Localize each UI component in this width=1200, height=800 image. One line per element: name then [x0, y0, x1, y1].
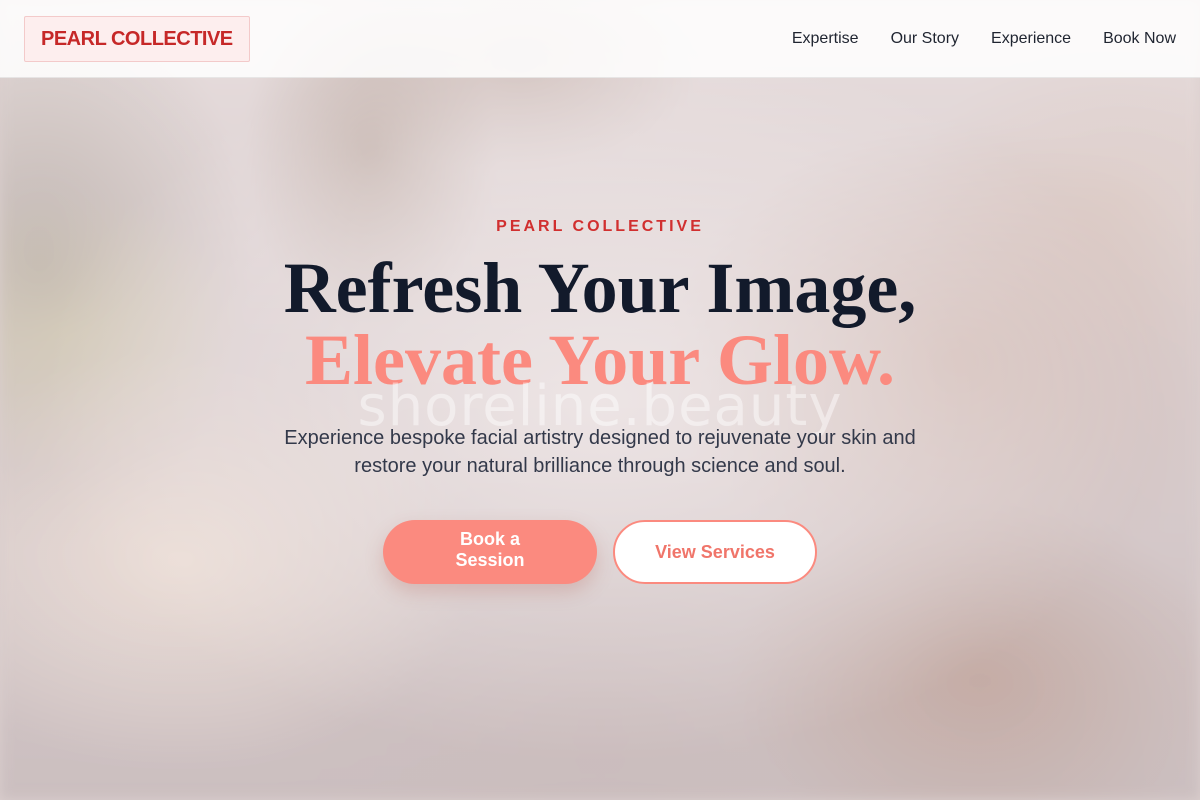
site-header: PEARL COLLECTIVE Expertise Our Story Exp…	[0, 0, 1200, 78]
hero-headline-line1: Refresh Your Image,	[283, 248, 917, 328]
hero-subtext: Experience bespoke facial artistry desig…	[284, 427, 916, 477]
book-session-button[interactable]: Book a Session	[383, 520, 597, 584]
nav-item-experience[interactable]: Experience	[991, 30, 1071, 48]
hero-eyebrow: PEARL COLLECTIVE	[496, 218, 704, 235]
landing-page: PEARL COLLECTIVE Expertise Our Story Exp…	[0, 0, 1200, 800]
brand-logo-text: PEARL COLLECTIVE	[41, 27, 233, 50]
brand-logo[interactable]: PEARL COLLECTIVE	[24, 16, 250, 62]
hero-actions: Book a Session View Services	[0, 520, 1200, 584]
nav-item-expertise[interactable]: Expertise	[792, 30, 859, 48]
view-services-button[interactable]: View Services	[613, 520, 817, 584]
main-nav: Expertise Our Story Experience Book Now	[792, 0, 1176, 78]
nav-item-book-now[interactable]: Book Now	[1103, 30, 1176, 48]
nav-item-our-story[interactable]: Our Story	[891, 30, 959, 48]
